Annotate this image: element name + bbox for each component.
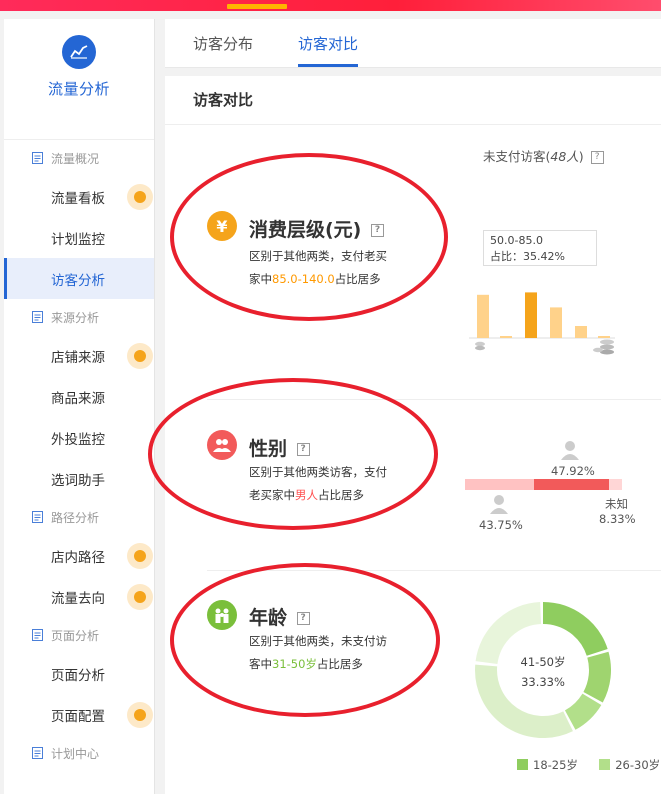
tab-visitor-compare[interactable]: 访客对比 [298,33,358,54]
legend-label: 18-25岁 [533,758,578,772]
tab-bar: 访客分布 访客对比 [165,19,661,68]
donut-segment [564,693,602,730]
notification-dot-icon [127,702,153,728]
notification-dot-icon [127,343,153,369]
sidebar: 流量分析 流量概况流量看板计划监控访客分析来源分析店铺来源商品来源外投监控选词助… [4,19,155,794]
donut-segment [583,651,611,703]
coin-icon [475,341,485,351]
sidebar-group[interactable]: 页面分析 [4,617,154,653]
sidebar-item[interactable]: 选词助手 [4,458,154,499]
male-user-icon [561,441,579,460]
age-legend: 18-25岁 26-30岁 [517,757,660,773]
document-icon [32,747,43,759]
sidebar-item-label: 访客分析 [51,272,105,289]
unpaid-prefix: 未支付访客( [483,149,551,164]
sidebar-nav: 流量概况流量看板计划监控访客分析来源分析店铺来源商品来源外投监控选词助手路径分析… [4,140,154,771]
annotation-circle [170,563,440,717]
top-banner-highlight [227,4,287,9]
unpaid-suffix: ) [578,149,584,164]
document-icon [32,629,43,641]
annotation-circle [170,153,448,321]
sidebar-item[interactable]: 页面分析 [4,653,154,694]
active-tab-indicator [298,64,358,67]
sidebar-header: 流量分析 [4,35,154,140]
sidebar-item-label: 外投监控 [51,431,105,448]
sidebar-item-label: 选词助手 [51,472,105,489]
sidebar-item[interactable]: 外投监控 [4,417,154,458]
coins-stack-icon [593,339,614,355]
sidebar-title: 流量分析 [47,80,110,98]
legend-swatch [517,759,528,770]
sidebar-group-label: 页面分析 [51,628,100,643]
sidebar-item-label: 店内路径 [51,549,105,566]
tab-visitor-distribution[interactable]: 访客分布 [193,33,253,54]
tooltip-ratio: 占比：35.42% [490,250,565,263]
consumption-bar[interactable] [575,326,587,338]
sidebar-item-label: 计划监控 [51,231,105,248]
consumption-bar[interactable] [598,336,610,338]
unpaid-visitors-header: 未支付访客(48人) ? [483,146,604,165]
sidebar-group-label: 计划中心 [51,746,100,761]
trend-chart-icon [62,35,96,69]
consumption-bars [477,292,610,338]
sidebar-item[interactable]: 流量去向 [4,576,154,617]
unknown-share-segment[interactable] [608,479,622,490]
tooltip-range: 50.0-85.0 [490,234,543,247]
annotation-circle [148,378,438,530]
sidebar-group[interactable]: 流量概况 [4,140,154,176]
notification-dot-icon [127,584,153,610]
top-banner [0,0,661,11]
notification-dot-icon [127,543,153,569]
female-percent: 43.75% [479,518,523,532]
unpaid-count: 48人 [550,149,579,164]
document-icon [32,152,43,164]
male-percent: 47.92% [551,464,595,478]
bar-tooltip: 50.0-85.0 占比：35.42% [483,230,597,266]
sidebar-item-label: 商品来源 [51,390,105,407]
sidebar-group[interactable]: 计划中心 [4,735,154,771]
gender-share-bar [465,479,622,490]
sidebar-group-label: 流量概况 [51,151,100,166]
donut-segment [542,602,608,657]
sidebar-item[interactable]: 页面配置 [4,694,154,735]
legend-swatch [599,759,611,770]
female-share-segment[interactable] [465,479,534,490]
unknown-percent: 8.33% [599,512,636,526]
sidebar-group[interactable]: 路径分析 [4,499,154,535]
consumption-bar[interactable] [525,292,537,338]
sidebar-item-label: 流量看板 [51,190,105,207]
unknown-label: 未知 [605,497,628,511]
sidebar-item[interactable]: 店内路径 [4,535,154,576]
sidebar-item[interactable]: 商品来源 [4,376,154,417]
help-icon[interactable]: ? [590,151,604,164]
female-user-icon [490,495,508,514]
sidebar-item-label: 页面配置 [51,708,105,725]
sidebar-group[interactable]: 来源分析 [4,299,154,335]
sidebar-item-label: 页面分析 [51,667,105,684]
sidebar-item[interactable]: 计划监控 [4,217,154,258]
document-icon [32,311,43,323]
consumption-bar[interactable] [550,307,562,338]
donut-center-label: 41-50岁 [521,655,566,669]
age-donut-chart: 41-50岁 33.33% [475,602,611,738]
sidebar-group-label: 路径分析 [51,510,100,525]
donut-center-percent: 33.33% [521,675,565,689]
notification-dot-icon [127,184,153,210]
sidebar-item[interactable]: 访客分析 [4,258,154,299]
male-share-segment[interactable] [533,479,609,490]
sidebar-item[interactable]: 流量看板 [4,176,154,217]
consumption-bar[interactable] [477,294,489,338]
consumption-bar-chart [469,292,615,355]
legend-label: 26-30岁 [615,758,661,772]
sidebar-item-label: 店铺来源 [51,349,105,366]
document-icon [32,511,43,523]
sidebar-item-label: 流量去向 [51,590,105,607]
consumption-bar[interactable] [500,336,512,338]
sidebar-group-label: 来源分析 [51,310,100,325]
page-title: 访客对比 [165,76,661,125]
sidebar-item[interactable]: 店铺来源 [4,335,154,376]
